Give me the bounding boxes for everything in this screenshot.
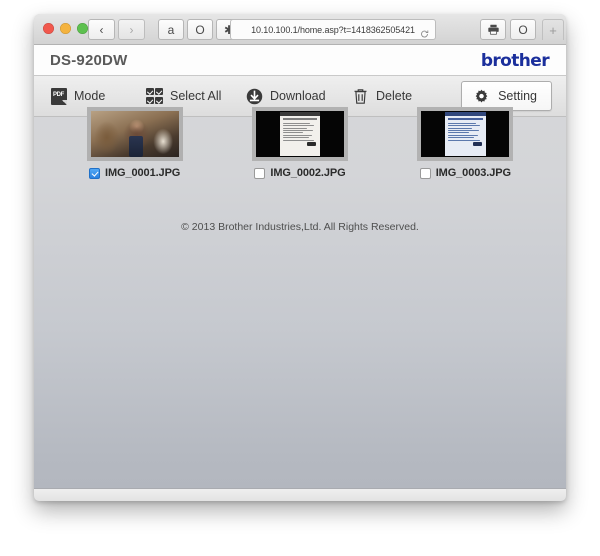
window-bottom-bar	[34, 488, 566, 501]
opera-icon: O	[195, 22, 205, 37]
address-bar[interactable]: 10.10.100.1/home.asp?t=1418362505421	[230, 19, 436, 40]
thumbnail-frame[interactable]	[86, 107, 183, 161]
list-item[interactable]: IMG_0001.JPG	[75, 107, 195, 179]
file-name: IMG_0001.JPG	[105, 167, 181, 179]
download-icon	[246, 88, 263, 105]
forward-button[interactable]: ›	[118, 19, 145, 40]
opera-icon: O	[518, 22, 528, 37]
thumbnail-image	[421, 111, 510, 157]
list-item[interactable]: IMG_0002.JPG	[240, 107, 360, 179]
window-controls	[43, 23, 88, 34]
list-item[interactable]: IMG_0003.JPG	[405, 107, 525, 179]
close-window-button[interactable]	[43, 23, 54, 34]
file-checkbox[interactable]	[89, 167, 101, 179]
address-bar-url: 10.10.100.1/home.asp?t=1418362505421	[251, 24, 415, 35]
minimize-window-button[interactable]	[60, 23, 71, 34]
download-button[interactable]: Download	[246, 85, 326, 107]
opera-button[interactable]: O	[510, 19, 536, 40]
browser-window: ‹ › a O ✱ 10.10.100.1/home.asp?t=1418362…	[34, 14, 566, 501]
reload-icon[interactable]	[420, 25, 429, 37]
thumbnail-frame[interactable]	[417, 107, 514, 161]
select-all-button[interactable]: Select All	[146, 85, 221, 107]
thumbnail-image	[255, 111, 344, 157]
new-tab-button[interactable]: +	[542, 19, 564, 40]
delete-button[interactable]: Delete	[352, 85, 412, 107]
brother-logo: brother	[480, 51, 550, 71]
setting-label: Setting	[498, 89, 537, 103]
file-list: IMG_0001.JPG IMG_0002.JPG IMG_0003.JPG	[34, 107, 566, 179]
select-all-icon	[146, 88, 163, 105]
browser-right-buttons: O	[480, 19, 536, 40]
download-label: Download	[270, 89, 326, 103]
opera-bookmark-button[interactable]: O	[187, 19, 213, 40]
print-icon	[487, 24, 499, 35]
delete-label: Delete	[376, 89, 413, 103]
page-header: DS-920DW brother	[34, 45, 566, 76]
thumbnail-frame[interactable]	[251, 107, 348, 161]
file-name: IMG_0002.JPG	[270, 167, 346, 179]
file-name: IMG_0003.JPG	[435, 167, 511, 179]
navigation-buttons: ‹ › a O ✱	[88, 19, 242, 40]
print-button[interactable]	[480, 19, 506, 40]
pdf-badge-label: PDF	[52, 91, 65, 98]
gear-icon	[473, 88, 490, 105]
amazon-bookmark-button[interactable]: a	[158, 19, 184, 40]
web-page: DS-920DW brother PDF Mode Select All Dow…	[34, 45, 566, 501]
trash-icon	[352, 88, 369, 105]
select-all-label: Select All	[170, 89, 222, 103]
thumbnail-image	[90, 111, 179, 157]
file-row: IMG_0001.JPG	[89, 167, 180, 179]
page-title: DS-920DW	[50, 52, 128, 69]
chevron-left-icon: ‹	[99, 22, 104, 37]
file-checkbox[interactable]	[419, 167, 431, 179]
copyright-footer: © 2013 Brother Industries,Ltd. All Right…	[181, 221, 419, 233]
plus-icon: +	[549, 22, 557, 38]
zoom-window-button[interactable]	[77, 23, 88, 34]
mode-label: Mode	[74, 89, 106, 103]
amazon-icon: a	[167, 22, 175, 37]
back-button[interactable]: ‹	[88, 19, 115, 40]
browser-toolbar: ‹ › a O ✱ 10.10.100.1/home.asp?t=1418362…	[34, 14, 566, 45]
pdf-icon: PDF	[50, 87, 67, 105]
chevron-right-icon: ›	[129, 22, 134, 37]
file-checkbox[interactable]	[254, 167, 266, 179]
screenshot-root: ‹ › a O ✱ 10.10.100.1/home.asp?t=1418362…	[0, 0, 600, 556]
file-row: IMG_0003.JPG	[419, 167, 511, 179]
file-row: IMG_0002.JPG	[254, 167, 346, 179]
mode-button[interactable]: PDF Mode	[50, 85, 105, 107]
